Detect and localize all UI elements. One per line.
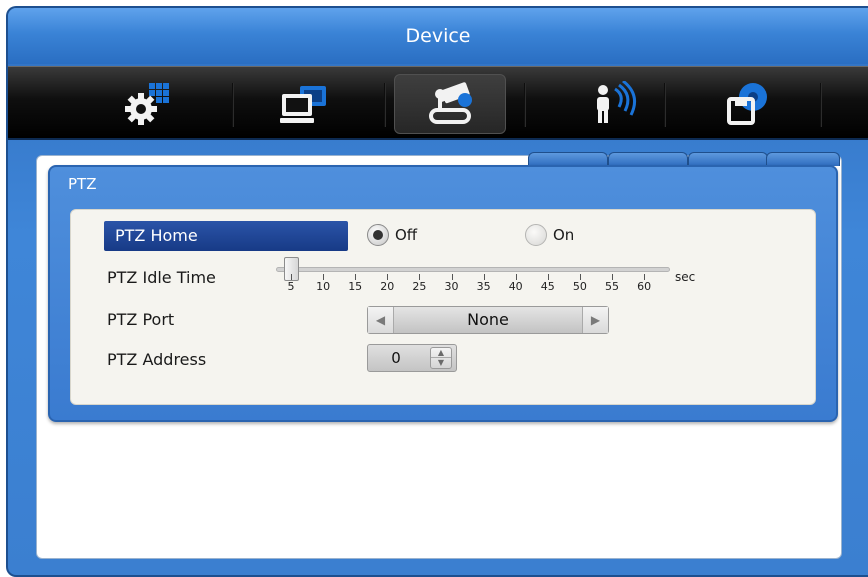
ptz-port-next-button[interactable]: ▶	[582, 307, 608, 333]
ptz-port-prev-button[interactable]: ◀	[368, 307, 394, 333]
ptz-idle-time-label: PTZ Idle Time	[107, 268, 216, 287]
slider-tick-label: 20	[380, 280, 395, 293]
camera-joystick-icon	[429, 82, 472, 124]
collapsed-tab[interactable]	[766, 152, 840, 166]
ptz-address-increment-button[interactable]: ▲	[431, 348, 451, 358]
computer-icon	[280, 86, 326, 123]
ptz-idle-time-slider-track[interactable]	[276, 267, 670, 272]
ptz-address-label: PTZ Address	[107, 350, 207, 369]
ptz-idle-time-unit: sec	[675, 270, 696, 284]
ptz-home-label[interactable]: PTZ Home	[104, 221, 348, 251]
collapsed-tab[interactable]	[688, 152, 768, 166]
ptz-home-off-radio[interactable]: Off	[367, 224, 417, 246]
ptz-home-on-label: On	[553, 226, 575, 244]
person-signal-icon	[597, 81, 637, 123]
ptz-panel-title: PTZ	[68, 175, 97, 193]
toolbar-separator	[820, 83, 822, 127]
toolbar-separator	[664, 83, 666, 127]
slider-tick-label: 40	[508, 280, 523, 293]
ptz-panel: PTZ PTZ Home Off On PTZ Idle Time 5 10 15 2…	[48, 165, 838, 422]
ptz-home-on-radio[interactable]: On	[525, 224, 574, 246]
ptz-port-value: None	[467, 310, 509, 329]
slider-tick-label: 15	[348, 280, 363, 293]
slider-tick-label: 10	[316, 280, 331, 293]
collapsed-tab[interactable]	[608, 152, 688, 166]
toolbar-storage[interactable]	[690, 74, 802, 134]
slider-tick-label: 45	[540, 280, 555, 293]
toolbar	[8, 66, 868, 140]
slider-tick-label: 25	[412, 280, 427, 293]
ptz-address-value[interactable]: 0	[368, 345, 424, 371]
window-title: Device	[8, 8, 868, 64]
slider-tick-label: 55	[605, 280, 619, 293]
slider-tick-label: 60	[637, 280, 652, 293]
chevron-down-icon: ▼	[437, 358, 445, 367]
toolbar-ptz-control[interactable]	[394, 74, 506, 134]
chevron-left-icon: ◀	[375, 313, 386, 327]
disk-icon	[727, 83, 767, 125]
ptz-address-decrement-button[interactable]: ▼	[431, 358, 451, 368]
slider-tick-label: 35	[476, 280, 491, 293]
ptz-port-label: PTZ Port	[107, 310, 175, 329]
chevron-up-icon: ▲	[437, 347, 445, 357]
ptz-address-stepper: ▲ ▼	[430, 347, 452, 369]
ptz-address-spinner[interactable]: 0 ▲ ▼	[367, 344, 457, 372]
toolbar-device-computer[interactable]	[248, 74, 360, 134]
slider-tick-label: 30	[444, 280, 459, 293]
radio-unselected-icon	[525, 224, 547, 246]
ptz-home-off-label: Off	[395, 226, 418, 244]
toolbar-separator	[524, 83, 526, 127]
toolbar-separator	[232, 83, 234, 127]
ptz-settings-area: PTZ Home Off On PTZ Idle Time 5 10 15 20 25 3…	[70, 209, 816, 405]
chevron-right-icon: ▶	[590, 313, 601, 327]
toolbar-system-settings[interactable]	[90, 74, 202, 134]
ptz-port-selector[interactable]: ◀ None ▶	[367, 306, 609, 334]
toolbar-separator	[384, 83, 386, 127]
radio-selected-icon	[367, 224, 389, 246]
slider-tick-label: 5	[287, 280, 295, 293]
toolbar-alarm-sensor[interactable]	[558, 74, 670, 134]
gear-grid-icon	[125, 83, 169, 125]
slider-tick-label: 50	[572, 280, 587, 293]
collapsed-tab[interactable]	[528, 152, 608, 166]
